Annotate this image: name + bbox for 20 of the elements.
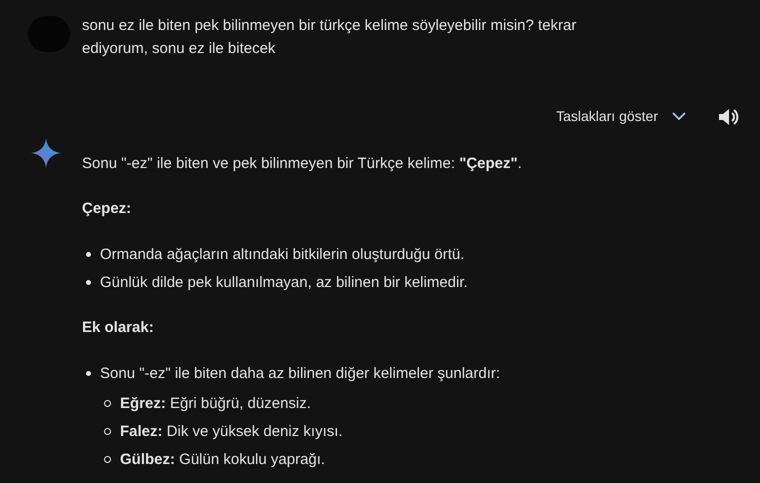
response-paragraph: Sonu "-ez" ile biten ve pek bilinmeyen bir Türkçe kelime: "Çepez".: [82, 154, 523, 174]
bullet-icon: [86, 371, 91, 376]
show-drafts-button[interactable]: Taslakları göster: [556, 106, 686, 127]
bullet-icon: [104, 428, 111, 435]
speaker-icon[interactable]: [718, 106, 740, 126]
list-item: Günlük dilde pek kullanılmayan, az bilinen bir kelimedir.: [100, 273, 468, 293]
list-item: Sonu "-ez" ile biten daha az bilinen diğer kelimeler şunlardır:: [100, 364, 500, 384]
list-item: Gülbez: Gülün kokulu yaprağı.: [120, 450, 326, 470]
user-prompt: sonu ez ile biten pek bilinmeyen bir türkçe kelime söyleyebilir misin? tekrar ediyorum, sonu ez ile bitecek: [82, 16, 578, 59]
section-heading: Ek olarak:: [82, 318, 155, 338]
list-item: Eğrez: Eğri büğrü, düzensiz.: [120, 394, 311, 414]
bullet-icon: [86, 280, 91, 285]
chevron-icon: [672, 112, 686, 121]
sparkle-icon: [30, 137, 62, 169]
section-heading: Çepez:: [82, 199, 132, 219]
bullet-icon: [86, 252, 91, 257]
list-item: Falez: Dik ve yüksek deniz kıyısı.: [120, 422, 343, 442]
bullet-icon: [104, 400, 111, 407]
bullet-icon: [104, 456, 111, 463]
list-item: Ormanda ağaçların altındaki bitkilerin oluşturduğu örtü.: [100, 245, 464, 265]
